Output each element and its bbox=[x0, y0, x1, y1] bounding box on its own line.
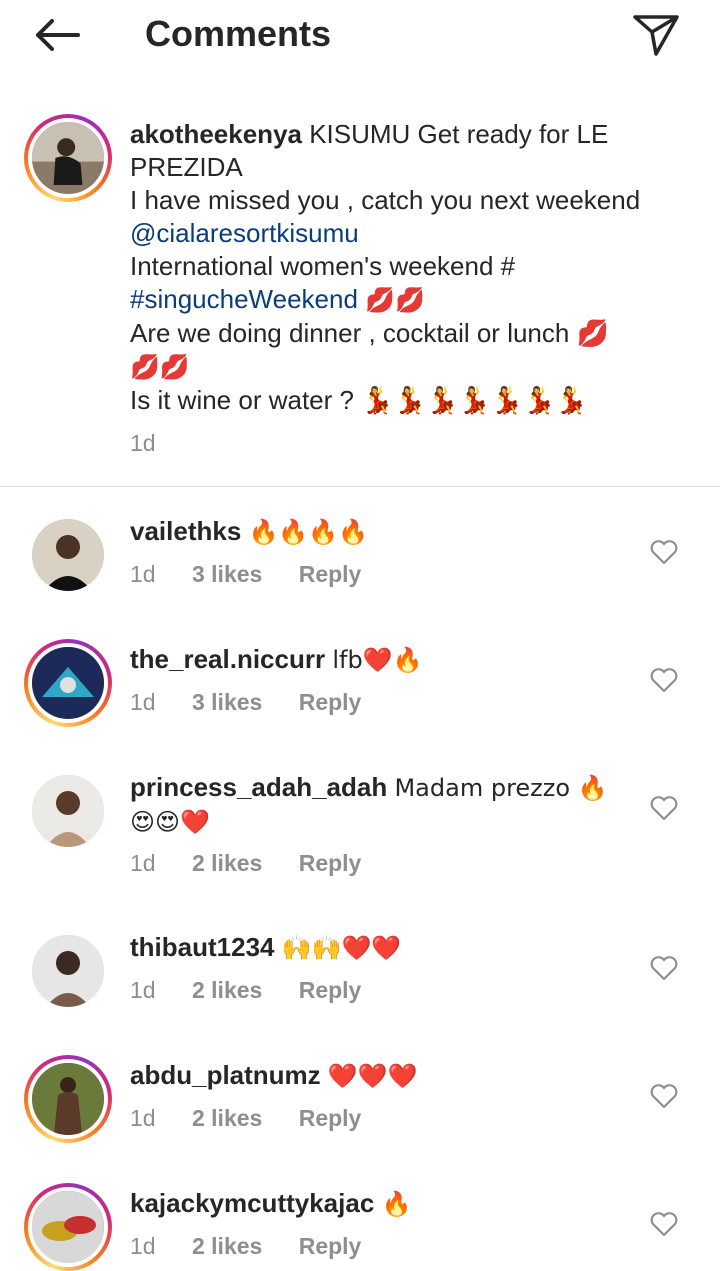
comment-time: 1d bbox=[130, 689, 156, 715]
comment-text: princess_adah_adah Madam prezzo 🔥 😍😍❤️ bbox=[130, 771, 640, 839]
paper-plane-icon bbox=[633, 15, 679, 56]
comment-body: ❤️❤️❤️ bbox=[327, 1062, 418, 1090]
caption-emoji-1: 💋💋 bbox=[365, 286, 425, 314]
comment-time: 1d bbox=[130, 977, 156, 1003]
comment-meta: 1d 3 likes Reply bbox=[130, 689, 391, 716]
caption-username[interactable]: akotheekenya bbox=[130, 119, 302, 149]
heart-outline-icon[interactable] bbox=[650, 1083, 678, 1109]
divider bbox=[0, 486, 720, 487]
caption-line-5: 💋💋 bbox=[130, 353, 190, 381]
comment-time: 1d bbox=[130, 850, 156, 876]
comment-text: the_real.niccurr lfb❤️🔥 bbox=[130, 643, 640, 677]
reply-button[interactable]: Reply bbox=[299, 561, 362, 587]
caption-line-2: I have missed you , catch you next weeke… bbox=[130, 185, 641, 215]
heart-outline-icon[interactable] bbox=[650, 1211, 678, 1237]
comment-avatar[interactable] bbox=[32, 775, 104, 847]
heart-outline-icon[interactable] bbox=[650, 667, 678, 693]
comment-body: 🔥 bbox=[381, 1190, 412, 1218]
comment-username[interactable]: kajackymcuttykajac bbox=[130, 1188, 374, 1218]
comment-time: 1d bbox=[130, 1105, 156, 1131]
comment-likes[interactable]: 3 likes bbox=[192, 561, 262, 587]
caption-time: 1d bbox=[130, 430, 156, 456]
caption-avatar[interactable] bbox=[24, 114, 112, 202]
back-button[interactable] bbox=[30, 14, 82, 56]
mention-link[interactable]: @cialaresortkisumu bbox=[130, 218, 359, 248]
comment-avatar[interactable] bbox=[24, 639, 112, 727]
comment-meta: 1d 3 likes Reply bbox=[130, 561, 391, 588]
comment-time: 1d bbox=[130, 561, 156, 587]
reply-button[interactable]: Reply bbox=[299, 850, 362, 876]
page-title: Comments bbox=[145, 13, 332, 54]
heart-outline-icon[interactable] bbox=[650, 955, 678, 981]
comment-username[interactable]: the_real.niccurr bbox=[130, 644, 325, 674]
comment-text: kajackymcuttykajac 🔥 bbox=[130, 1187, 640, 1221]
comment-likes[interactable]: 3 likes bbox=[192, 689, 262, 715]
reply-button[interactable]: Reply bbox=[299, 1233, 362, 1259]
comment-avatar[interactable] bbox=[32, 935, 104, 1007]
heart-outline-icon[interactable] bbox=[650, 795, 678, 821]
caption-text: akotheekenya KISUMU Get ready for LE PRE… bbox=[130, 118, 670, 460]
comment-body: lfb❤️🔥 bbox=[332, 646, 423, 674]
caption-line-6: Is it wine or water ? 💃💃💃💃💃💃💃 bbox=[130, 385, 588, 415]
comment-likes[interactable]: 2 likes bbox=[192, 1233, 262, 1259]
comment-avatar[interactable] bbox=[24, 1183, 112, 1271]
comment-likes[interactable]: 2 likes bbox=[192, 977, 262, 1003]
caption-line-3: International women's weekend # bbox=[130, 251, 516, 281]
comment-avatar[interactable] bbox=[24, 1055, 112, 1143]
comment-meta: 1d 2 likes Reply bbox=[130, 850, 391, 877]
comment-text: abdu_platnumz ❤️❤️❤️ bbox=[130, 1059, 640, 1093]
top-bar: Comments bbox=[0, 0, 720, 70]
reply-button[interactable]: Reply bbox=[299, 977, 362, 1003]
heart-outline-icon[interactable] bbox=[650, 539, 678, 565]
comment-username[interactable]: princess_adah_adah bbox=[130, 772, 387, 802]
share-button[interactable] bbox=[630, 12, 682, 58]
comment-meta: 1d 2 likes Reply bbox=[130, 1233, 391, 1260]
comment-body: 🔥🔥🔥🔥 bbox=[248, 518, 369, 546]
comment-text: thibaut1234 🙌🙌❤️❤️ bbox=[130, 931, 640, 965]
reply-button[interactable]: Reply bbox=[299, 689, 362, 715]
comment-meta: 1d 2 likes Reply bbox=[130, 977, 391, 1004]
comment-meta: 1d 2 likes Reply bbox=[130, 1105, 391, 1132]
comment-username[interactable]: abdu_platnumz bbox=[130, 1060, 321, 1090]
reply-button[interactable]: Reply bbox=[299, 1105, 362, 1131]
comment-time: 1d bbox=[130, 1233, 156, 1259]
comment-text: vailethks 🔥🔥🔥🔥 bbox=[130, 515, 640, 549]
caption-line-4: Are we doing dinner , cocktail or lunch … bbox=[130, 318, 609, 348]
comment-body: 🙌🙌❤️❤️ bbox=[281, 934, 402, 962]
comment-likes[interactable]: 2 likes bbox=[192, 1105, 262, 1131]
arrow-left-icon bbox=[36, 19, 80, 51]
comment-avatar[interactable] bbox=[32, 519, 104, 591]
comment-username[interactable]: vailethks bbox=[130, 516, 241, 546]
hashtag-link[interactable]: #singucheWeekend bbox=[130, 284, 358, 314]
comment-username[interactable]: thibaut1234 bbox=[130, 932, 275, 962]
avatar-photo bbox=[32, 122, 104, 194]
comment-likes[interactable]: 2 likes bbox=[192, 850, 262, 876]
